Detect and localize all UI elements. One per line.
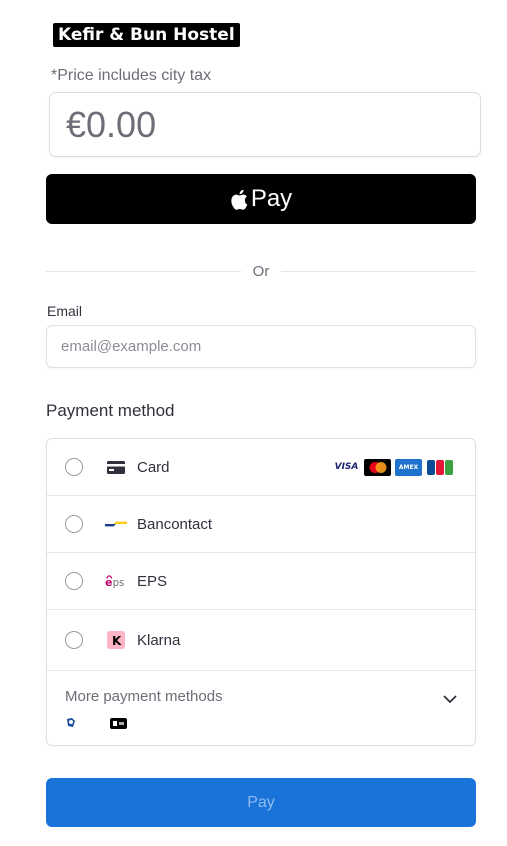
price-field[interactable]: [49, 92, 481, 157]
klarna-label: Klarna: [137, 631, 181, 649]
more-payment-methods[interactable]: More payment methods: [47, 671, 475, 745]
card-radio[interactable]: [65, 458, 83, 476]
jcb-logo-icon: [426, 458, 453, 476]
card-icon: [105, 458, 127, 476]
mastercard-logo-icon: [364, 458, 391, 476]
divider-text: Or: [252, 262, 270, 280]
payment-option-bancontact[interactable]: Bancontact: [47, 496, 475, 553]
amex-logo-icon: AMEX: [395, 458, 422, 476]
more-methods-icons: [65, 717, 127, 729]
payment-method-title: Payment method: [46, 401, 175, 420]
merchant-name: Kefir & Bun Hostel: [53, 23, 240, 47]
or-divider: Or: [46, 261, 477, 281]
pay-button[interactable]: Pay: [46, 778, 476, 827]
eps-label: EPS: [137, 572, 168, 590]
email-input[interactable]: [61, 338, 475, 355]
apple-pay-label: Pay: [250, 185, 293, 212]
payment-option-card[interactable]: Card VISA AMEX: [47, 439, 475, 496]
klarna-icon: K: [105, 631, 127, 649]
shield-wallet-icon: [67, 718, 75, 727]
card-label: Card: [137, 458, 170, 476]
svg-text:ps: ps: [113, 578, 125, 589]
visa-logo-icon: VISA: [333, 458, 360, 476]
svg-text:K: K: [112, 634, 122, 648]
card-brands: VISA AMEX: [333, 458, 453, 476]
email-field[interactable]: [46, 325, 476, 368]
bancontact-label: Bancontact: [137, 515, 213, 533]
apple-pay-button[interactable]: Pay: [46, 174, 476, 224]
eps-icon: e ps: [105, 572, 127, 590]
email-label: Email: [47, 303, 83, 319]
klarna-radio[interactable]: [65, 631, 83, 649]
eps-radio[interactable]: [65, 572, 83, 590]
apple-logo-icon: [231, 189, 248, 210]
payment-option-eps[interactable]: e ps EPS: [47, 553, 475, 610]
divider-line-right: [281, 270, 477, 272]
payment-method-list: Card VISA AMEX Bancontact e ps EPS K Kla…: [46, 438, 476, 746]
chevron-down-icon[interactable]: [443, 691, 457, 709]
payment-option-klarna[interactable]: K Klarna: [47, 610, 475, 671]
bancontact-icon: [105, 515, 127, 533]
bancontact-radio[interactable]: [65, 515, 83, 533]
price-note: *Price includes city tax: [51, 67, 212, 84]
more-payment-methods-label: More payment methods: [65, 688, 223, 705]
divider-line-left: [46, 270, 241, 272]
mobile-pay-icon: [110, 717, 127, 729]
price-input[interactable]: [66, 103, 480, 146]
